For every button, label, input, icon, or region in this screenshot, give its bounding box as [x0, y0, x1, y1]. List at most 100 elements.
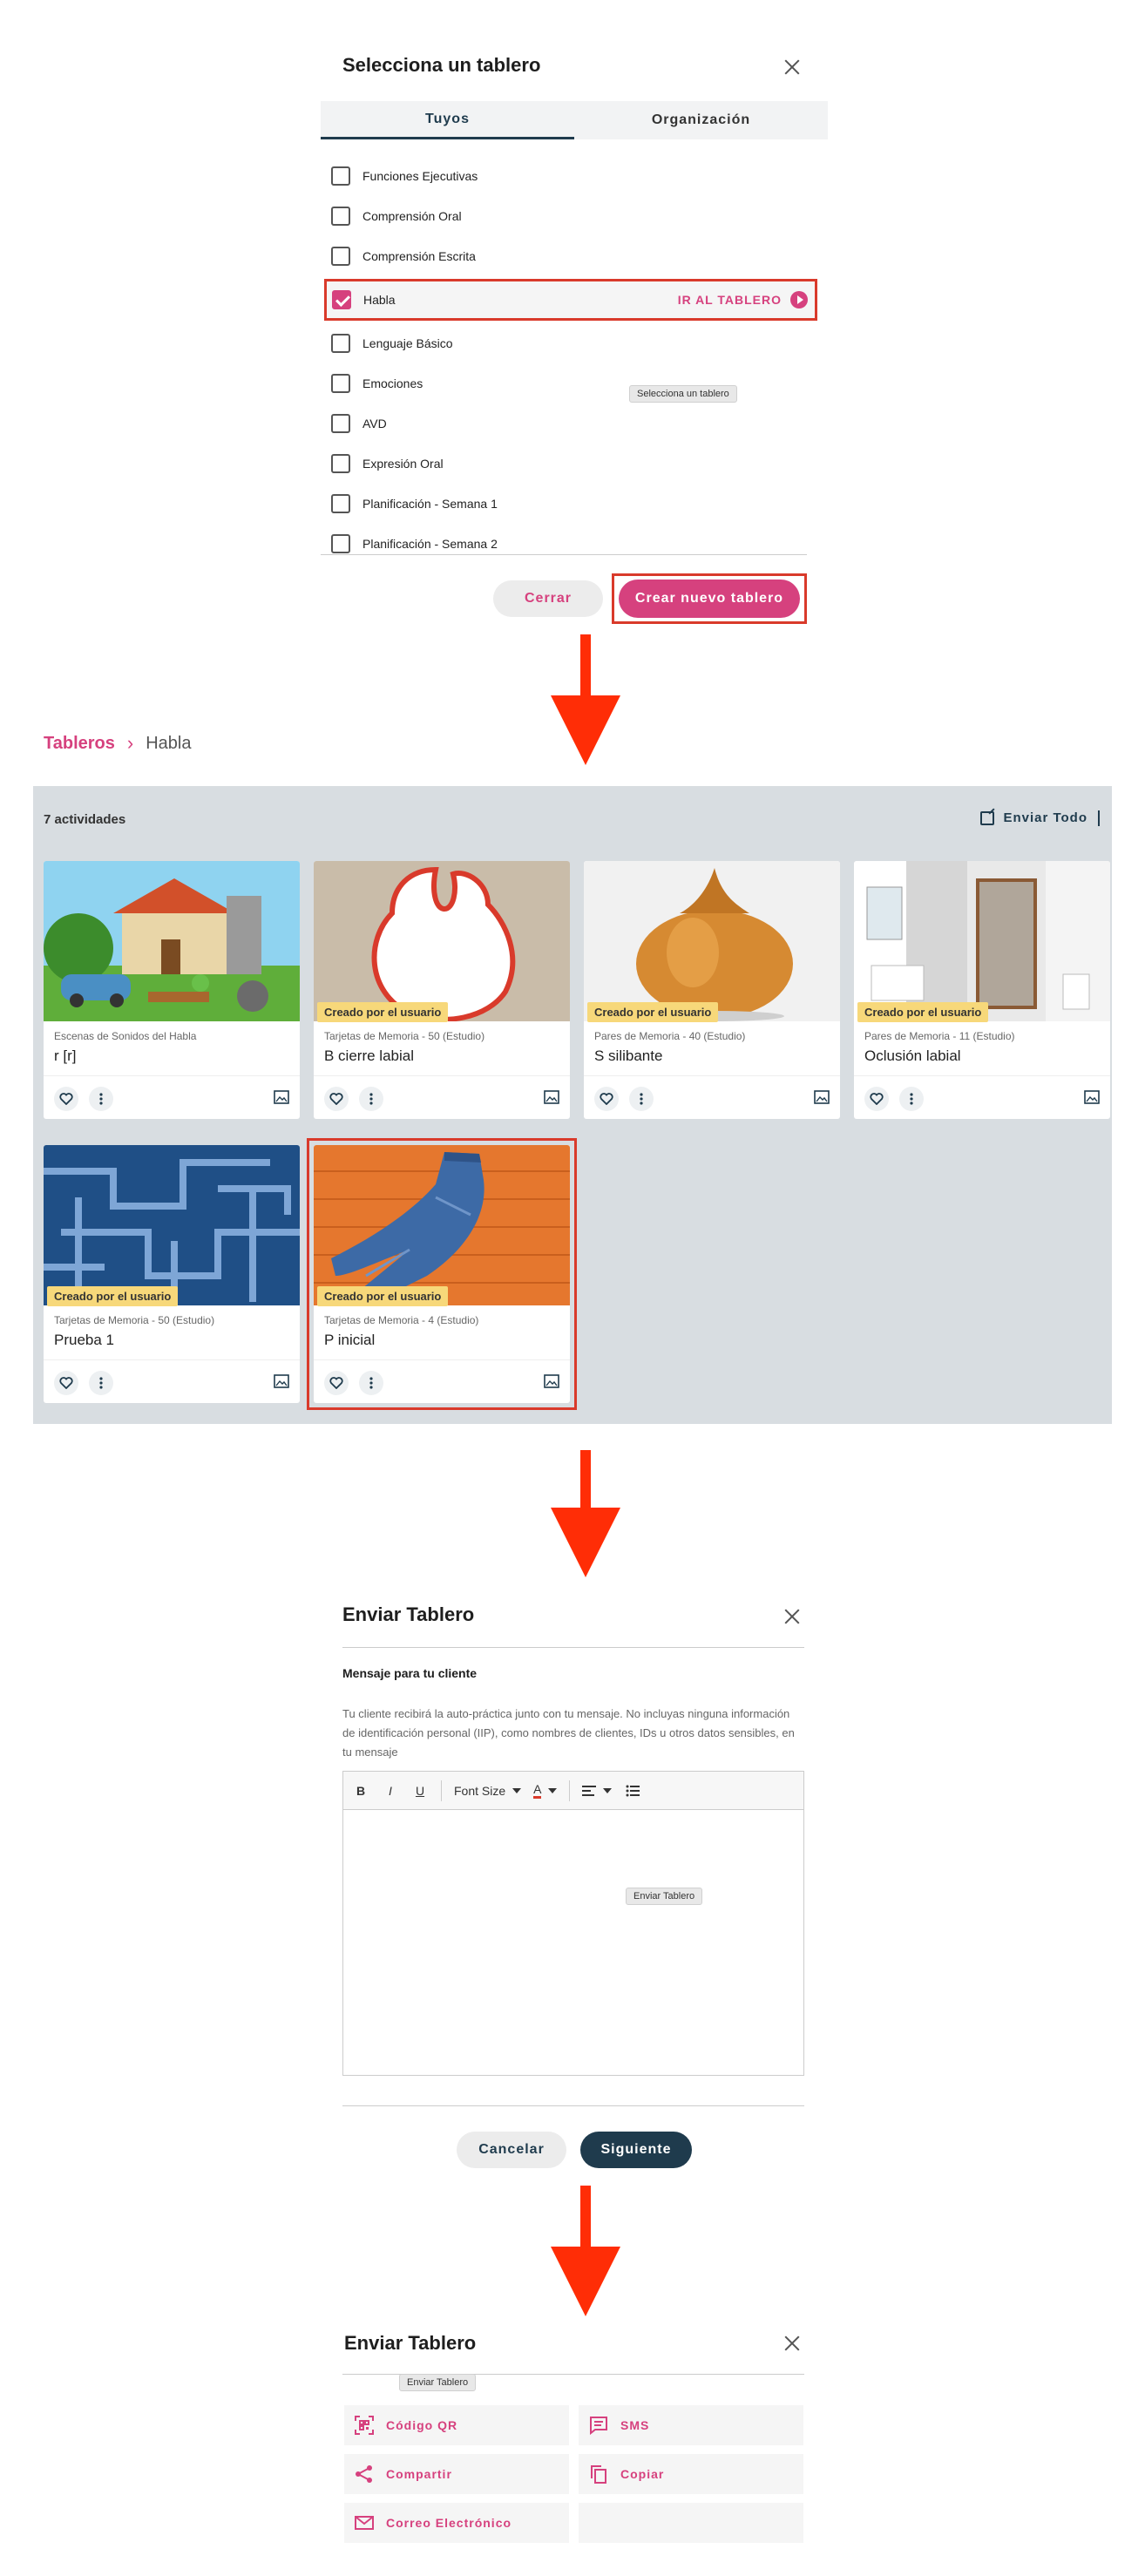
board-item[interactable]: Comprensión Oral	[326, 197, 814, 235]
send-all-button[interactable]: Enviar Todo	[980, 810, 1087, 825]
create-board-button[interactable]: Crear nuevo tablero	[619, 580, 800, 618]
font-size-select[interactable]: Font Size	[454, 1780, 522, 1801]
tab-organizacion[interactable]: Organización	[574, 101, 828, 139]
checkbox[interactable]	[331, 166, 350, 186]
checkbox[interactable]	[331, 534, 350, 553]
sms-option[interactable]: SMS	[579, 2405, 803, 2445]
checkbox[interactable]	[331, 494, 350, 513]
message-help-text: Tu cliente recibirá la auto-práctica jun…	[342, 1707, 795, 1759]
caret-down-icon	[603, 1787, 613, 1793]
italic-button[interactable]: I	[382, 1780, 399, 1801]
checkbox[interactable]	[331, 414, 350, 433]
option-label: Compartir	[386, 2467, 452, 2481]
next-button[interactable]: Siguiente	[580, 2132, 692, 2168]
qr-code-icon	[355, 2416, 374, 2435]
activity-card[interactable]: Escenas de Sonidos del Habla r [r]	[44, 861, 300, 1119]
heart-icon[interactable]	[864, 1087, 889, 1111]
more-vertical-icon[interactable]	[89, 1087, 113, 1111]
qr-code-option[interactable]: Código QR	[344, 2405, 569, 2445]
board-item[interactable]: Comprensión Escrita	[326, 237, 814, 275]
tooltip: Selecciona un tablero	[629, 385, 737, 403]
close-button[interactable]: Cerrar	[493, 580, 603, 617]
activity-card[interactable]: Creado por el usuario Tarjetas de Memori…	[314, 861, 570, 1119]
board-tabs: Tuyos Organización	[321, 101, 828, 139]
card-actions	[44, 1359, 300, 1403]
tab-tuyos[interactable]: Tuyos	[321, 101, 574, 139]
close-icon[interactable]	[783, 58, 802, 77]
message-icon	[590, 2417, 607, 2435]
heart-icon[interactable]	[324, 1371, 349, 1395]
card-title: Prueba 1	[54, 1332, 114, 1348]
card-category: Tarjetas de Memoria - 50 (Estudio)	[54, 1314, 215, 1326]
board-item[interactable]: Planificación - Semana 1	[326, 485, 814, 523]
image-icon[interactable]	[544, 1374, 559, 1388]
image-icon[interactable]	[544, 1090, 559, 1104]
breadcrumb-root-link[interactable]: Tableros	[44, 734, 115, 754]
more-vertical-icon[interactable]	[899, 1087, 924, 1111]
dialog-title: Selecciona un tablero	[342, 54, 541, 76]
card-image	[44, 1145, 300, 1305]
list-icon	[626, 1785, 640, 1796]
select-board-dialog: Selecciona un tablero Tuyos Organización…	[321, 35, 828, 636]
activity-card[interactable]: Creado por el usuario Pares de Memoria -…	[854, 861, 1110, 1119]
image-icon[interactable]	[274, 1090, 289, 1104]
checkbox[interactable]	[331, 207, 350, 226]
image-icon[interactable]	[274, 1374, 289, 1388]
message-editor[interactable]: B I U Font Size A	[342, 1771, 804, 2076]
bullet-list-button[interactable]	[624, 1780, 641, 1801]
go-to-board-label: IR AL TABLERO	[677, 293, 782, 307]
more-vertical-icon[interactable]	[629, 1087, 654, 1111]
activity-card[interactable]: Creado por el usuario Pares de Memoria -…	[584, 861, 840, 1119]
option-label: Copiar	[620, 2467, 665, 2481]
close-icon[interactable]	[783, 2334, 802, 2353]
board-item[interactable]: Emociones	[326, 364, 814, 403]
copy-option[interactable]: Copiar	[579, 2454, 803, 2494]
underline-button[interactable]: U	[411, 1780, 429, 1801]
card-title: Oclusión labial	[864, 1047, 961, 1064]
board-item[interactable]: Lenguaje Básico	[326, 324, 814, 363]
font-color-select[interactable]: A	[533, 1780, 558, 1801]
heart-icon[interactable]	[54, 1371, 78, 1395]
divider	[342, 2105, 804, 2106]
image-icon[interactable]	[1084, 1090, 1100, 1104]
more-vertical-icon[interactable]	[359, 1087, 383, 1111]
board-item[interactable]: AVD	[326, 404, 814, 443]
checkbox[interactable]	[331, 454, 350, 473]
user-created-badge: Creado por el usuario	[587, 1002, 719, 1022]
card-title: S silibante	[594, 1047, 663, 1064]
align-left-icon	[582, 1785, 597, 1796]
dialog-title: Enviar Tablero	[344, 2332, 477, 2354]
activity-card-selected[interactable]: Creado por el usuario Tarjetas de Memori…	[314, 1145, 570, 1403]
send-board-options-dialog: Enviar Tablero Enviar Tablero Código QR …	[321, 2318, 828, 2553]
go-to-board-button[interactable]: IR AL TABLERO	[678, 281, 808, 318]
bold-button[interactable]: B	[352, 1780, 369, 1801]
board-label: Expresión Oral	[362, 457, 444, 471]
checkbox[interactable]	[331, 334, 350, 353]
activity-count: 7 actividades	[44, 812, 126, 827]
board-item-selected[interactable]: Habla IR AL TABLERO	[324, 279, 817, 321]
activity-card[interactable]: Creado por el usuario Tarjetas de Memori…	[44, 1145, 300, 1403]
checkbox-checked[interactable]	[332, 290, 351, 309]
checkbox[interactable]	[331, 374, 350, 393]
checkbox[interactable]	[331, 247, 350, 266]
divider	[321, 554, 807, 555]
align-select[interactable]	[582, 1780, 613, 1801]
heart-icon[interactable]	[324, 1087, 349, 1111]
heart-icon[interactable]	[594, 1087, 619, 1111]
board-item[interactable]: Funciones Ejecutivas	[326, 157, 814, 195]
more-vertical-icon[interactable]	[359, 1371, 383, 1395]
image-icon[interactable]	[814, 1090, 830, 1104]
card-image	[314, 1145, 570, 1305]
heart-icon[interactable]	[54, 1087, 78, 1111]
user-created-badge: Creado por el usuario	[47, 1286, 179, 1306]
close-icon[interactable]	[783, 1607, 802, 1626]
share-option[interactable]: Compartir	[344, 2454, 569, 2494]
cancel-button[interactable]: Cancelar	[457, 2132, 566, 2168]
board-item[interactable]: Expresión Oral	[326, 444, 814, 483]
email-option[interactable]: Correo Electrónico	[344, 2503, 569, 2543]
divider	[569, 1779, 571, 1801]
send-all-label: Enviar Todo	[1003, 810, 1087, 825]
flow-arrow-down	[551, 1450, 620, 1577]
more-vertical-icon[interactable]	[89, 1371, 113, 1395]
board-item[interactable]: Planificación - Semana 2	[326, 525, 814, 563]
